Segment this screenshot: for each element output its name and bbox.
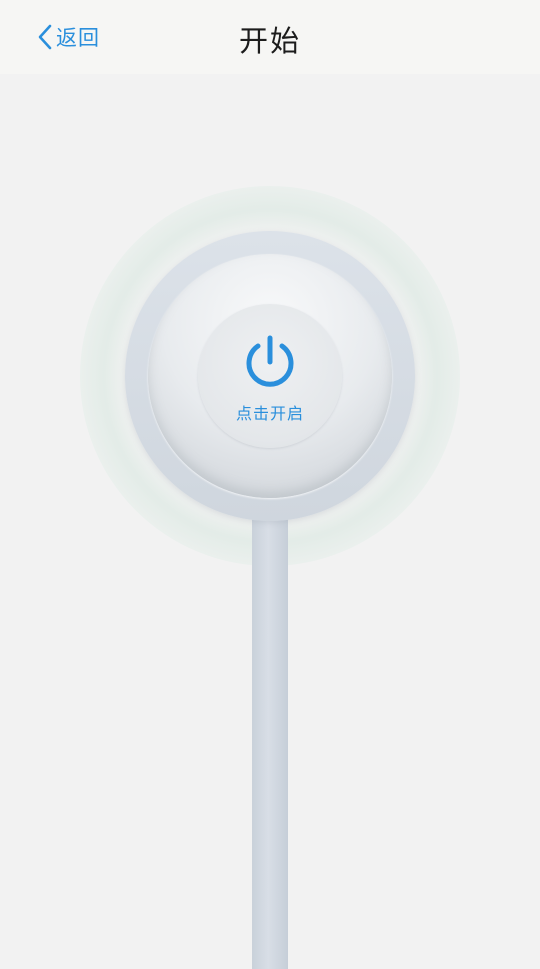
power-button-label: 点击开启: [235, 404, 304, 423]
page-title: 开始: [238, 24, 301, 58]
power-icon: [246, 335, 294, 387]
navigation-bar: 返回 开始: [0, 0, 540, 74]
power-button[interactable]: 点击开启: [198, 304, 342, 448]
main-area: 点击开启: [0, 74, 540, 969]
cable-stem: [252, 499, 288, 969]
